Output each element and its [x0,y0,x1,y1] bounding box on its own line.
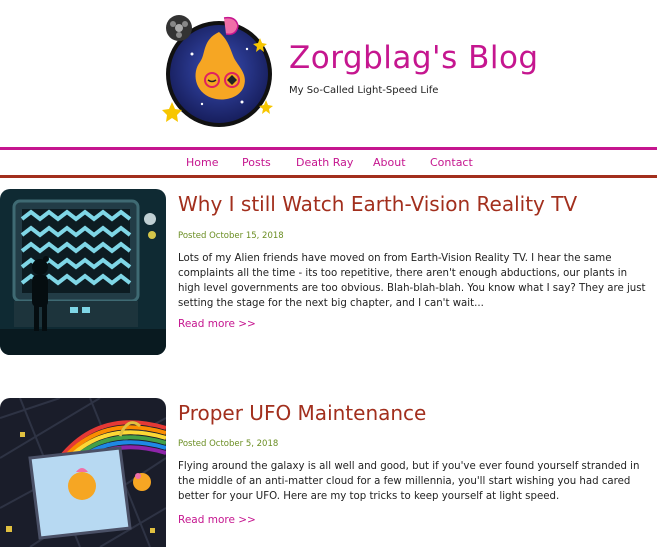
nav-divider-bottom [0,175,657,178]
nav-item-about[interactable]: About [373,156,406,169]
post-title[interactable]: Why I still Watch Earth-Vision Reality T… [178,192,577,216]
post-date: Posted October 15, 2018 [178,231,284,241]
nav-item-contact[interactable]: Contact [430,156,473,169]
nav-item-home[interactable]: Home [186,156,218,169]
main-nav: Home Posts Death Ray About Contact [0,156,657,170]
post-title[interactable]: Proper UFO Maintenance [178,401,426,425]
nav-divider-top [0,147,657,150]
site-title[interactable]: Zorgblag's Blog [289,40,539,76]
post-thumbnail-ufo[interactable] [0,398,166,547]
nav-item-posts[interactable]: Posts [242,156,271,169]
nav-item-death-ray[interactable]: Death Ray [296,156,353,169]
post-excerpt: Lots of my Alien friends have moved on f… [178,253,646,309]
site-logo[interactable] [162,14,276,128]
read-more-link[interactable]: Read more >> [178,514,256,526]
read-more-link[interactable]: Read more >> [178,318,256,330]
site-tagline: My So-Called Light-Speed Life [289,85,439,96]
post-excerpt: Flying around the galaxy is all well and… [178,461,640,502]
post-thumbnail-tv[interactable] [0,189,166,355]
post-date: Posted October 5, 2018 [178,439,279,449]
